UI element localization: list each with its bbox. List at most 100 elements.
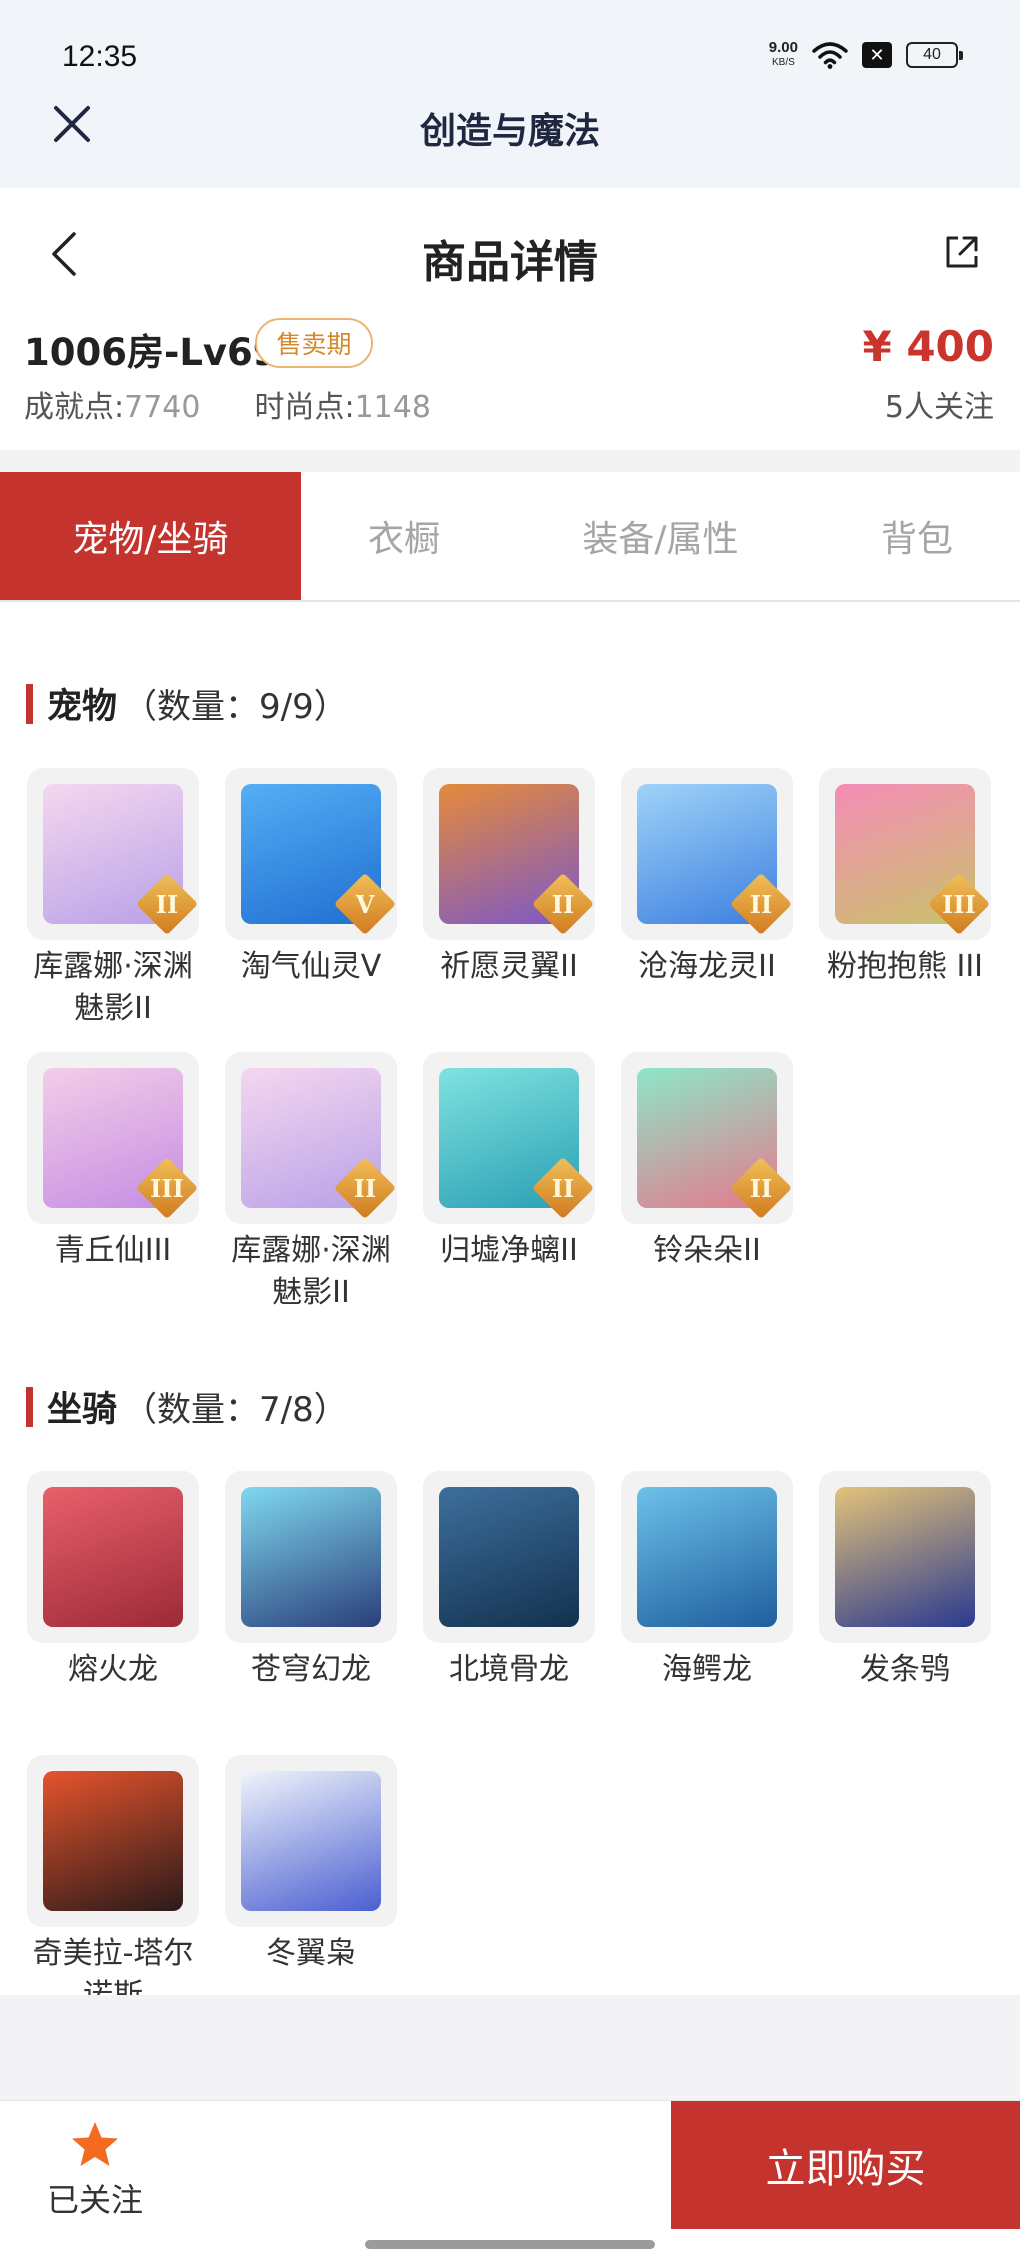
follow-label: 已关注 bbox=[46, 2181, 143, 2219]
mounts-thumbnail bbox=[819, 1471, 991, 1643]
section-marker bbox=[26, 1386, 33, 1427]
mounts-name: 苍穹幻龙 bbox=[251, 1652, 371, 1687]
pets-thumbnail: II bbox=[621, 1052, 793, 1224]
rank-label: II bbox=[551, 1173, 575, 1203]
room-name: 1006房-Lv69 bbox=[24, 331, 279, 374]
mounts-thumbnail bbox=[423, 1471, 595, 1643]
mounts-item[interactable]: 熔火龙 bbox=[27, 1471, 199, 1691]
mounts-thumbnail bbox=[225, 1471, 397, 1643]
pets-name: 青丘仙III bbox=[54, 1233, 172, 1268]
player-stats: 成就点:7740 时尚点:1148 bbox=[24, 382, 431, 426]
mounts-thumbnail bbox=[225, 1755, 397, 1927]
pets-name: 祈愿灵翼II bbox=[440, 949, 578, 984]
rank-label: II bbox=[749, 1173, 773, 1203]
pets-name: 铃朵朵II bbox=[653, 1233, 761, 1268]
status-badge: 售卖期 bbox=[255, 318, 373, 368]
mount-ronghuo-icon bbox=[43, 1487, 183, 1627]
price: ¥ 400 bbox=[862, 322, 994, 371]
network-speed-unit: KB/S bbox=[772, 57, 795, 68]
mount-cangqiong-icon bbox=[241, 1487, 381, 1627]
mounts-name: 海鳄龙 bbox=[662, 1652, 752, 1687]
mount-fatiao-icon bbox=[835, 1487, 975, 1627]
network-speed-value: 9.00 bbox=[768, 39, 798, 56]
app-header: 12:35 9.00 KB/S ✕ 40 创造与魔法 bbox=[0, 0, 1020, 188]
mounts-item[interactable]: 海鳄龙 bbox=[621, 1471, 793, 1691]
tab-bar: 宠物/坐骑 衣橱 装备/属性 背包 bbox=[0, 472, 1020, 602]
mounts-thumbnail bbox=[621, 1471, 793, 1643]
pets-item[interactable]: II 库露娜·深渊魅影II bbox=[27, 768, 199, 1030]
mounts-item[interactable]: 北境骨龙 bbox=[423, 1471, 595, 1691]
pets-title: 宠物 bbox=[47, 687, 118, 727]
mount-chimera-icon bbox=[43, 1771, 183, 1911]
mounts-name: 熔火龙 bbox=[68, 1652, 158, 1687]
pets-item[interactable]: III 青丘仙III bbox=[27, 1052, 199, 1272]
pets-item[interactable]: II 祈愿灵翼II bbox=[423, 768, 595, 988]
battery-icon: 40 bbox=[906, 42, 963, 68]
network-speed: 9.00 KB/S bbox=[769, 40, 798, 70]
pets-name: 库露娜·深渊魅影II bbox=[33, 949, 193, 1026]
mount-dongyi-icon bbox=[241, 1771, 381, 1911]
rank-label: V bbox=[355, 889, 375, 919]
mounts-item[interactable]: 发条鸮 bbox=[819, 1471, 991, 1691]
buy-now-button[interactable]: 立即购买 bbox=[671, 2101, 1020, 2229]
pets-name: 库露娜·深渊魅影II bbox=[231, 1233, 391, 1310]
pets-thumbnail: II bbox=[621, 768, 793, 940]
divider bbox=[0, 450, 1020, 472]
follower-count: 5人关注 bbox=[884, 390, 994, 425]
pets-item[interactable]: V 淘气仙灵V bbox=[225, 768, 397, 988]
mounts-thumbnail bbox=[27, 1471, 199, 1643]
wifi-icon bbox=[812, 42, 848, 69]
section-marker bbox=[26, 683, 33, 724]
pets-thumbnail: III bbox=[27, 1052, 199, 1224]
mounts-name: 冬翼枭 bbox=[266, 1936, 356, 1971]
rank-label: III bbox=[942, 889, 976, 919]
pets-item[interactable]: II 库露娜·深渊魅影II bbox=[225, 1052, 397, 1314]
status-time: 12:35 bbox=[62, 40, 138, 73]
achievement-points: 成就点:7740 bbox=[24, 382, 200, 426]
fashion-value: 1148 bbox=[354, 390, 431, 425]
rank-label: II bbox=[353, 1173, 377, 1203]
mounts-name: 发条鸮 bbox=[860, 1652, 950, 1687]
rank-label: II bbox=[155, 889, 179, 919]
pets-item[interactable]: II 铃朵朵II bbox=[621, 1052, 793, 1272]
pets-thumbnail: II bbox=[225, 1052, 397, 1224]
follow-button[interactable]: 已关注 bbox=[40, 2119, 150, 2221]
app-title: 创造与魔法 bbox=[419, 111, 600, 152]
mount-beijing-icon bbox=[439, 1487, 579, 1627]
page-header: 商品详情 bbox=[0, 188, 1020, 318]
mounts-item[interactable]: 冬翼枭 bbox=[225, 1755, 397, 1975]
mounts-count: （数量：7/8） bbox=[123, 1390, 348, 1430]
tab-wardrobe[interactable]: 衣橱 bbox=[301, 472, 507, 600]
mounts-item[interactable]: 奇美拉-塔尔诺斯 bbox=[27, 1755, 199, 2017]
pets-name: 归墟净螭II bbox=[440, 1233, 578, 1268]
pets-item[interactable]: II 沧海龙灵II bbox=[621, 768, 793, 988]
fashion-label: 时尚点: bbox=[254, 390, 355, 425]
fashion-points: 时尚点:1148 bbox=[254, 382, 430, 426]
tab-equipment[interactable]: 装备/属性 bbox=[507, 472, 814, 600]
status-icons: 9.00 KB/S ✕ 40 bbox=[769, 40, 963, 70]
tab-pets-mounts[interactable]: 宠物/坐骑 bbox=[0, 472, 301, 600]
mounts-title: 坐骑 bbox=[47, 1390, 118, 1430]
pets-item[interactable]: II 归墟净螭II bbox=[423, 1052, 595, 1272]
pets-thumbnail: V bbox=[225, 768, 397, 940]
no-sim-icon: ✕ bbox=[862, 42, 892, 68]
pets-name: 沧海龙灵II bbox=[638, 949, 776, 984]
mounts-item[interactable]: 苍穹幻龙 bbox=[225, 1471, 397, 1691]
mounts-name: 北境骨龙 bbox=[449, 1652, 569, 1687]
mounts-section-header: 坐骑 （数量：7/8） bbox=[26, 1381, 348, 1432]
pets-thumbnail: II bbox=[27, 768, 199, 940]
battery-level: 40 bbox=[923, 46, 941, 63]
mounts-thumbnail bbox=[27, 1755, 199, 1927]
star-icon bbox=[72, 2122, 118, 2166]
rank-label: II bbox=[551, 889, 575, 919]
tab-backpack[interactable]: 背包 bbox=[814, 472, 1020, 600]
pets-section-header: 宠物 （数量：9/9） bbox=[26, 678, 348, 729]
pets-item[interactable]: III 粉抱抱熊 III bbox=[819, 768, 991, 988]
rank-label: II bbox=[749, 889, 773, 919]
pets-thumbnail: II bbox=[423, 768, 595, 940]
rank-label: III bbox=[150, 1173, 184, 1203]
share-button[interactable] bbox=[940, 230, 984, 274]
home-indicator[interactable] bbox=[365, 2240, 655, 2249]
achievement-label: 成就点: bbox=[24, 390, 125, 425]
mount-haie-icon bbox=[637, 1487, 777, 1627]
